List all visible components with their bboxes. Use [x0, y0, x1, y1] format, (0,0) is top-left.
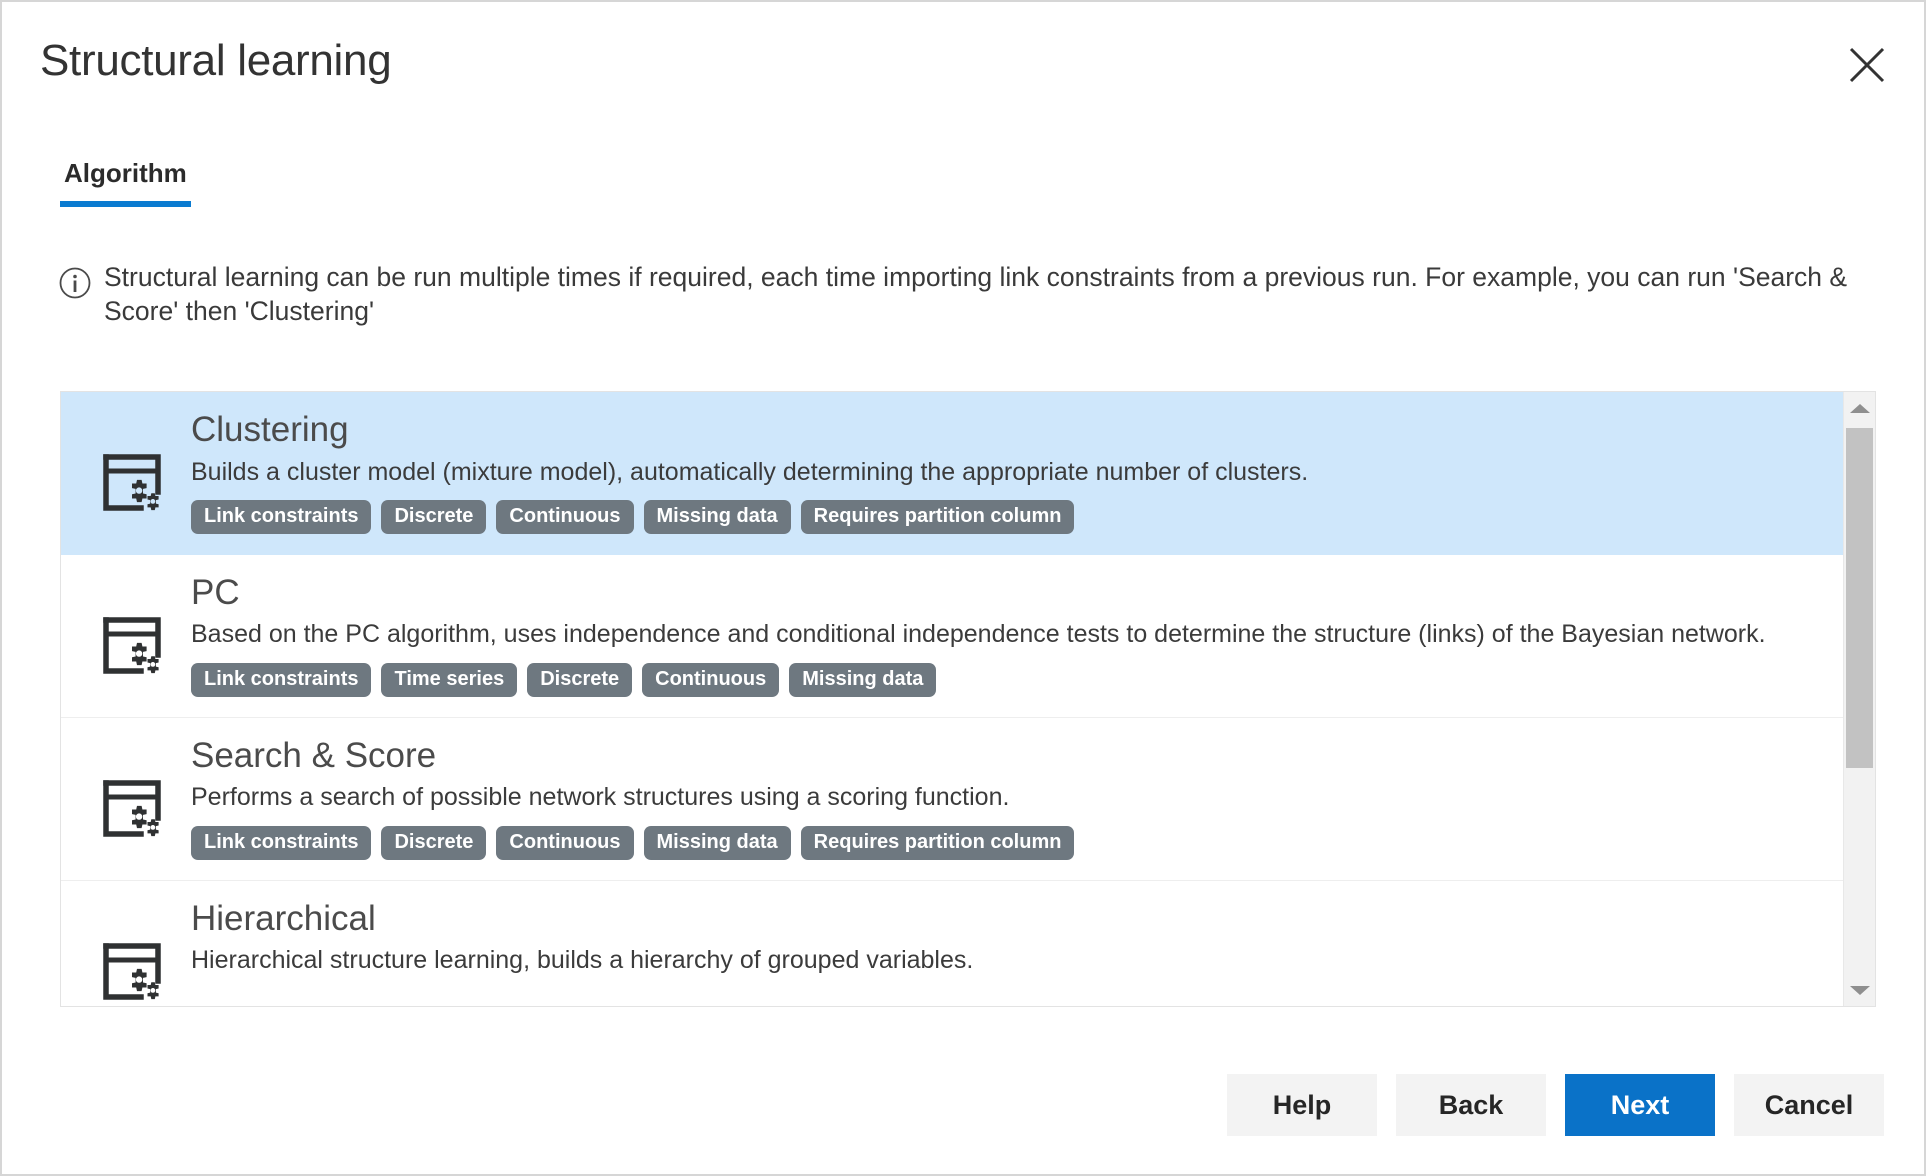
capability-badge: Missing data	[643, 499, 791, 534]
algorithm-item-body: Hierarchical Hierarchical structure learn…	[191, 899, 1843, 989]
capability-badge: Requires partition column	[800, 825, 1075, 860]
structural-learning-dialog: Structural learning Algorithm Structural…	[0, 0, 1926, 1176]
algorithm-item-description: Hierarchical structure learning, builds …	[191, 946, 974, 975]
close-icon[interactable]	[1836, 34, 1898, 96]
algorithm-item[interactable]: Search & Score Performs a search of possi…	[61, 717, 1843, 881]
algorithm-item-tags: Link constraints Time series Discrete Conti…	[191, 662, 1843, 697]
info-circle-icon	[58, 266, 92, 300]
algorithm-item-description: Builds a cluster model (mixture model), …	[191, 457, 1309, 486]
capability-badge: Continuous	[496, 825, 634, 860]
algorithm-list-body: Clustering Builds a cluster model (mixtur…	[61, 392, 1843, 1006]
algorithm-item[interactable]: Clustering Builds a cluster model (mixtur…	[61, 392, 1843, 555]
algorithm-item[interactable]: Hierarchical Hierarchical structure learn…	[61, 880, 1843, 1006]
next-button[interactable]: Next	[1565, 1074, 1715, 1136]
algorithm-item-description: Performs a search of possible network st…	[191, 783, 1010, 812]
chevron-up-icon[interactable]	[1844, 392, 1875, 424]
capability-badge: Discrete	[381, 825, 487, 860]
dialog-header: Structural learning	[2, 2, 1924, 132]
algorithm-list: Clustering Builds a cluster model (mixtur…	[60, 391, 1876, 1007]
scrollbar-thumb[interactable]	[1846, 428, 1873, 768]
scroll-up-arrow	[1849, 403, 1870, 413]
chevron-down-icon[interactable]	[1844, 974, 1875, 1006]
cancel-button[interactable]: Cancel	[1734, 1074, 1884, 1136]
algorithm-item-tags: Link constraints Discrete Continuous Missin…	[191, 825, 1843, 860]
capability-badge: Time series	[381, 662, 518, 697]
tab-algorithm-label: Algorithm	[64, 158, 187, 188]
capability-badge: Discrete	[381, 499, 487, 534]
algorithm-item-name: PC	[191, 572, 240, 612]
capability-badge: Discrete	[527, 662, 633, 697]
page-title: Structural learning	[40, 36, 392, 85]
window-gears-icon	[101, 899, 173, 1006]
algorithm-item-body: Clustering Builds a cluster model (mixtur…	[191, 410, 1843, 534]
algorithm-item-tags: Link constraints Discrete Continuous Missin…	[191, 499, 1843, 534]
info-banner: Structural learning can be run multiple …	[58, 260, 1858, 329]
window-gears-icon	[101, 410, 173, 523]
algorithm-item-description: Based on the PC algorithm, uses independ…	[191, 620, 1766, 649]
window-gears-icon	[101, 736, 173, 849]
dialog-footer: Help Back Next Cancel	[1227, 1074, 1884, 1136]
capability-badge: Continuous	[642, 662, 780, 697]
algorithm-item-name: Clustering	[191, 410, 349, 449]
capability-badge: Link constraints	[191, 825, 372, 860]
scroll-down-arrow	[1849, 985, 1870, 995]
help-button[interactable]: Help	[1227, 1074, 1377, 1136]
capability-badge: Requires partition column	[800, 499, 1075, 534]
algorithm-item-body: PC Based on the PC algorithm, uses indepe…	[191, 573, 1843, 697]
capability-badge: Continuous	[496, 499, 634, 534]
capability-badge: Link constraints	[191, 662, 372, 697]
window-gears-icon	[101, 573, 173, 686]
capability-badge: Link constraints	[191, 499, 372, 534]
algorithm-item-body: Search & Score Performs a search of possi…	[191, 736, 1843, 860]
info-text: Structural learning can be run multiple …	[104, 262, 1848, 327]
capability-badge: Missing data	[789, 662, 937, 697]
back-button[interactable]: Back	[1396, 1074, 1546, 1136]
algorithm-item[interactable]: PC Based on the PC algorithm, uses indepe…	[61, 554, 1843, 718]
algorithm-item-name: Search & Score	[191, 735, 437, 775]
tabstrip: Algorithm	[60, 154, 191, 207]
algorithm-item-name: Hierarchical	[191, 898, 376, 938]
algorithm-list-scrollbar[interactable]	[1843, 392, 1875, 1006]
capability-badge: Missing data	[643, 825, 791, 860]
tab-algorithm[interactable]: Algorithm	[60, 154, 191, 207]
